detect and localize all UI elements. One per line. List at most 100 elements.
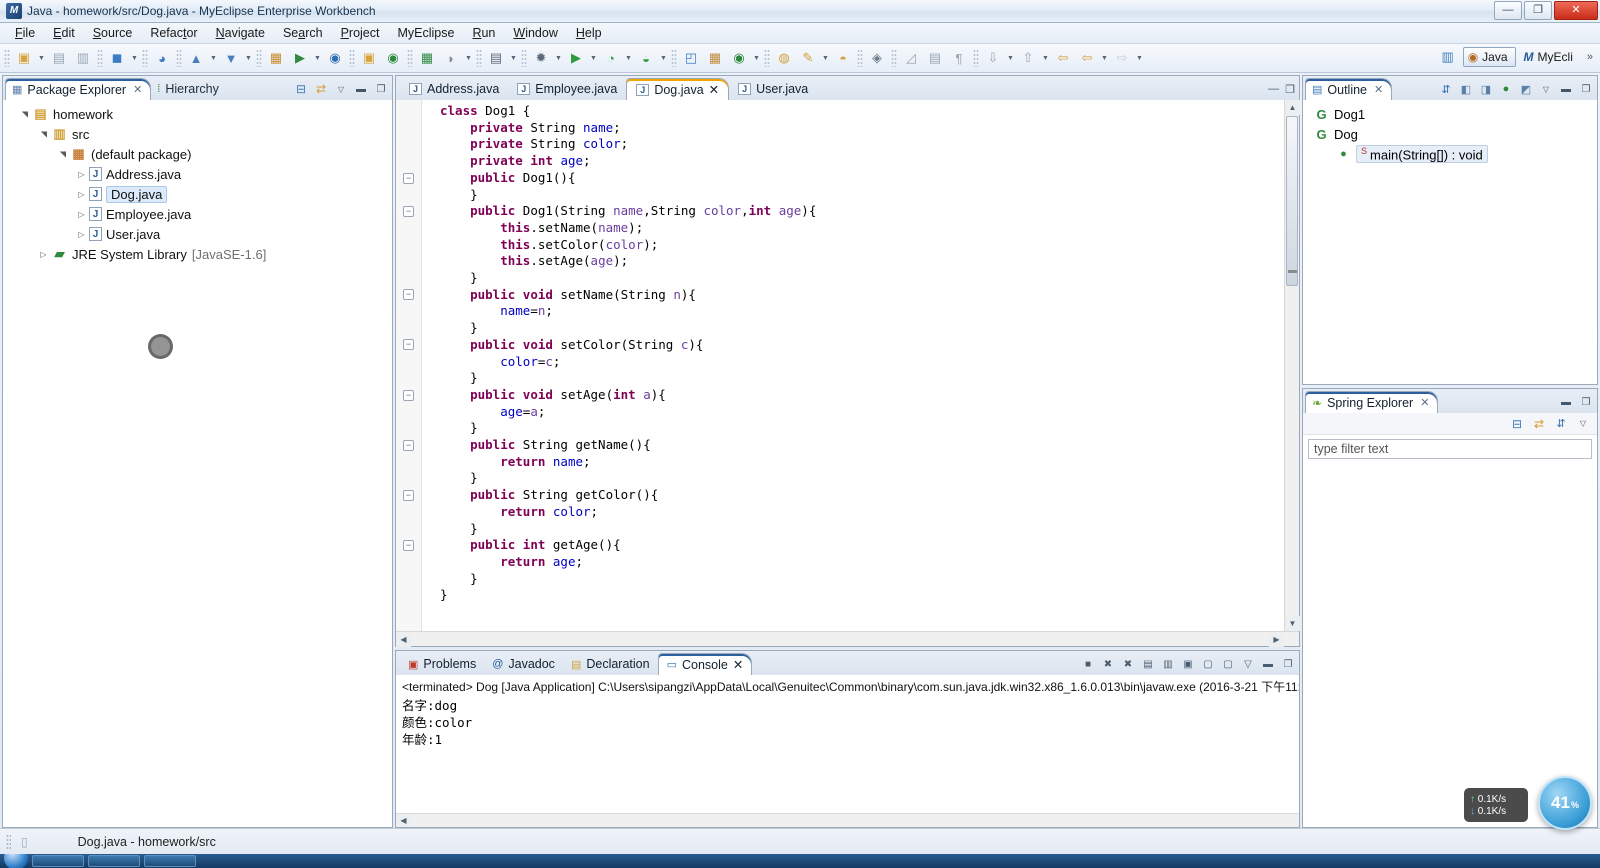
perspective-tab-java[interactable]: ◉ Java (1462, 47, 1516, 67)
fold-collapse-icon[interactable]: − (396, 387, 421, 404)
previous-annotation-icon[interactable]: ⇧ (1017, 47, 1039, 69)
new-package-icon[interactable]: ▦ (704, 47, 726, 69)
menu-item-help[interactable]: Help (567, 24, 611, 42)
chevron-down-icon[interactable]: ▼ (751, 47, 762, 69)
perspective-overflow-button[interactable]: » (1584, 51, 1596, 63)
display-selected-console-icon[interactable]: ▢ (1200, 656, 1216, 672)
chevron-down-icon[interactable]: ▼ (508, 47, 519, 69)
menu-item-window[interactable]: Window (504, 24, 566, 42)
db-browser-icon[interactable]: ◗ (440, 47, 462, 69)
hide-non-public-icon[interactable]: ● (1498, 81, 1514, 97)
open-type-icon[interactable]: ◍ (773, 47, 795, 69)
menu-item-project[interactable]: Project (332, 24, 389, 42)
network-speed-widget[interactable]: ↑ 0.1K/s ↓ 0.1K/s (1464, 788, 1528, 822)
close-icon[interactable]: ✕ (709, 82, 719, 97)
menu-item-run[interactable]: Run (463, 24, 504, 42)
scroll-right-arrow[interactable]: ▶ (1269, 632, 1284, 647)
fold-collapse-icon[interactable]: − (396, 203, 421, 220)
console-tab-declaration[interactable]: ▤ Declaration (563, 653, 658, 675)
pin-console-icon[interactable]: ▣ (1180, 656, 1196, 672)
maximize-icon[interactable]: ❐ (373, 81, 389, 97)
new-report-icon[interactable]: ▦ (416, 47, 438, 69)
print-icon[interactable]: ▥ (72, 47, 94, 69)
editor-vscroll-thumb[interactable] (1286, 116, 1298, 286)
fold-collapse-icon[interactable]: − (403, 439, 414, 451)
taskbar-item[interactable] (88, 855, 140, 867)
tab-package-explorer[interactable]: ▦ Package Explorer ✕ (5, 78, 152, 100)
hide-local-types-icon[interactable]: ◩ (1518, 81, 1534, 97)
maximize-icon[interactable]: ❐ (1578, 394, 1594, 410)
remove-launch-icon[interactable]: ✖ (1100, 656, 1116, 672)
maximize-icon[interactable]: ❐ (1578, 81, 1594, 97)
fold-collapse-icon[interactable]: − (396, 337, 421, 354)
editor-tab-dog-java[interactable]: J Dog.java ✕ (626, 78, 730, 100)
console-tab-javadoc[interactable]: @ Javadoc (484, 653, 563, 675)
hide-static-icon[interactable]: ◨ (1478, 81, 1494, 97)
scroll-down-arrow[interactable]: ▼ (1285, 616, 1300, 631)
taskbar-item[interactable] (32, 855, 84, 867)
chevron-down-icon[interactable]: ▼ (129, 47, 140, 69)
terminate-icon[interactable]: ■ (1080, 656, 1096, 672)
show-whitespace-icon[interactable]: ▤ (924, 47, 946, 69)
run-external-icon[interactable]: ◒ (635, 47, 657, 69)
chevron-down-icon[interactable]: ▼ (1005, 47, 1016, 69)
run-profile-icon[interactable]: ◔ (600, 47, 622, 69)
package-explorer-body[interactable]: ◢ ▤ homework ◢ ▥ src ◢ ▦ (default package) ▷ J Addr… (3, 100, 392, 827)
deploy-icon[interactable]: ▲ (185, 47, 207, 69)
minimize-icon[interactable]: ▬ (353, 81, 369, 97)
chevron-down-icon[interactable]: ▼ (1040, 47, 1051, 69)
tab-spring-explorer[interactable]: ❧ Spring Explorer ✕ (1305, 391, 1439, 413)
sort-icon[interactable]: ⇵ (1438, 81, 1454, 97)
chevron-down-icon[interactable]: ▼ (463, 47, 474, 69)
fold-collapse-icon[interactable]: − (403, 539, 414, 551)
editor-tab-employee-java[interactable]: J Employee.java (508, 78, 626, 100)
sort-icon[interactable]: ⇵ (1553, 416, 1569, 432)
tree-item-homework[interactable]: ◢ ▤ homework (3, 104, 392, 124)
fold-collapse-icon[interactable]: − (396, 170, 421, 187)
spring-filter-input[interactable]: type filter text (1308, 439, 1592, 459)
start-button[interactable] (4, 854, 28, 868)
forward-icon[interactable]: ⇨ (1111, 47, 1133, 69)
fold-collapse-icon[interactable]: − (403, 389, 414, 401)
twisty-collapsed-icon[interactable]: ▷ (74, 210, 89, 219)
outline-tree[interactable]: G Dog1 G Dog ● Smain(String[]) : void (1303, 100, 1597, 164)
close-button[interactable]: ✕ (1554, 1, 1598, 20)
web-2.0-icon[interactable]: ◕ (151, 47, 173, 69)
menu-item-source[interactable]: Source (84, 24, 142, 42)
console-output[interactable]: 名字:dog 颜色:color 年龄:1 (396, 697, 1299, 748)
fold-collapse-icon[interactable]: − (403, 172, 414, 184)
project-tree[interactable]: ◢ ▤ homework ◢ ▥ src ◢ ▦ (default package) ▷ J Addr… (3, 100, 392, 264)
minimize-icon[interactable]: ▬ (1558, 81, 1574, 97)
chevron-down-icon[interactable]: ▼ (243, 47, 254, 69)
search-icon[interactable]: ✎ (797, 47, 819, 69)
maximize-icon[interactable]: ❐ (1280, 656, 1296, 672)
close-icon[interactable]: ✕ (733, 657, 743, 672)
remove-all-launches-icon[interactable]: ✖ (1120, 656, 1136, 672)
back-icon[interactable]: ⇦ (1076, 47, 1098, 69)
console-tab-console[interactable]: ▭ Console ✕ (657, 653, 753, 675)
toggle-mark-occurrences-icon[interactable]: ◈ (866, 47, 888, 69)
chevron-down-icon[interactable]: ▼ (553, 47, 564, 69)
console-tab-problems[interactable]: ▣ Problems (400, 653, 484, 675)
hide-fields-icon[interactable]: ◧ (1458, 81, 1474, 97)
chevron-down-icon[interactable]: ▼ (820, 47, 831, 69)
menu-item-search[interactable]: Search (274, 24, 332, 42)
maximize-icon[interactable]: ❐ (1285, 83, 1295, 96)
menu-item-file[interactable]: File (6, 24, 44, 42)
taskbar-item[interactable] (144, 855, 196, 867)
save-icon[interactable]: ▤ (48, 47, 70, 69)
server-run-icon[interactable]: ▶ (289, 47, 311, 69)
fold-collapse-icon[interactable]: − (396, 537, 421, 554)
run-icon[interactable]: ▶ (565, 47, 587, 69)
minimize-button[interactable]: — (1494, 1, 1522, 20)
scroll-lock-icon[interactable]: ▥ (1160, 656, 1176, 672)
open-perspective-icon[interactable]: ▥ (1437, 46, 1459, 68)
new-java-project-icon[interactable]: ◰ (680, 47, 702, 69)
open-task-icon[interactable]: ◓ (832, 47, 854, 69)
next-annotation-icon[interactable]: ⇩ (982, 47, 1004, 69)
fold-collapse-icon[interactable]: − (403, 289, 414, 301)
debug-icon[interactable]: ✹ (530, 47, 552, 69)
new-class-icon[interactable]: ◉ (728, 47, 750, 69)
outline-item-dog1[interactable]: G Dog1 (1303, 104, 1597, 124)
fold-collapse-icon[interactable]: − (396, 437, 421, 454)
